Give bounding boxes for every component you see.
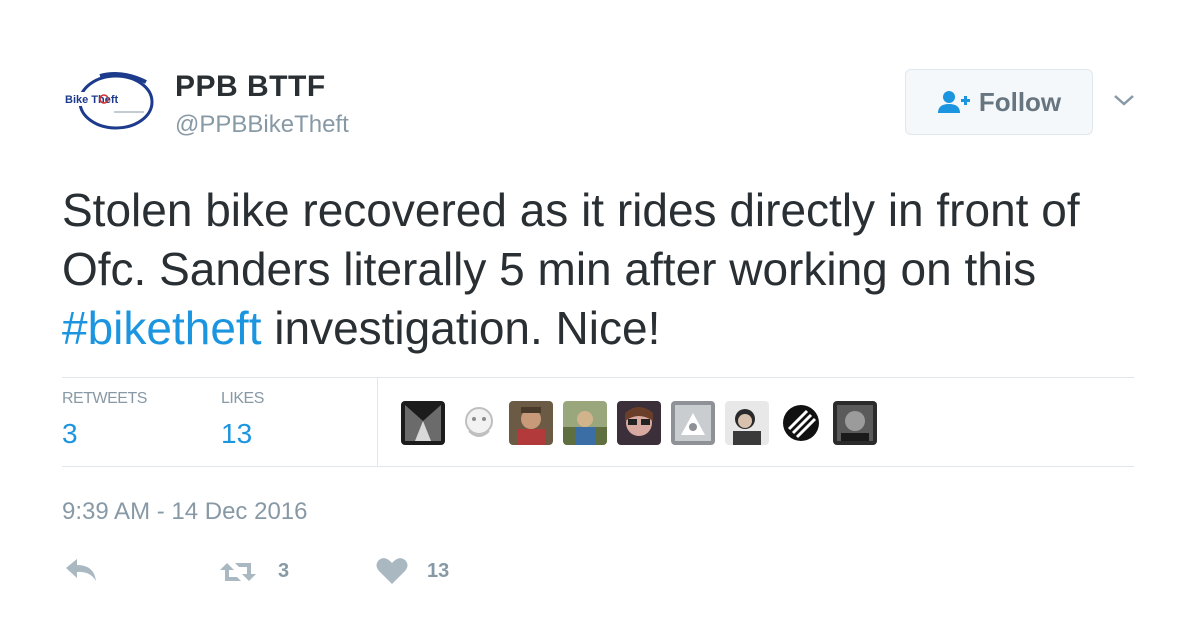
liker-avatar[interactable] <box>833 401 877 445</box>
logo-text: Bike Theft <box>65 94 119 106</box>
follow-button[interactable]: Follow <box>905 69 1093 135</box>
chevron-down-icon[interactable] <box>1112 92 1136 108</box>
heart-icon[interactable] <box>376 557 408 585</box>
liker-avatar[interactable] <box>671 401 715 445</box>
liker-avatar[interactable] <box>509 401 553 445</box>
stats-divider-top <box>62 377 1134 378</box>
liker-avatar[interactable] <box>779 401 823 445</box>
follow-label: Follow <box>978 86 1062 117</box>
retweets-count[interactable]: 3 <box>62 418 78 450</box>
like-action-count: 13 <box>427 560 450 582</box>
retweet-action-count: 3 <box>278 560 290 582</box>
screen-name[interactable]: @PPBBikeTheft <box>175 111 349 139</box>
profile-avatar[interactable]: Bike Theft <box>60 68 156 134</box>
liker-avatar[interactable] <box>725 401 769 445</box>
follow-person-plus-icon <box>937 91 970 113</box>
tweet-text-end: investigation. Nice! <box>261 302 661 354</box>
stats-divider-bottom <box>62 466 1134 467</box>
liker-avatar[interactable] <box>401 401 445 445</box>
likes-count[interactable]: 13 <box>221 418 252 450</box>
liker-avatar[interactable] <box>563 401 607 445</box>
liker-avatars <box>401 401 877 445</box>
reply-icon[interactable] <box>64 557 98 583</box>
retweets-label: RETWEETS <box>62 390 147 407</box>
tweet-timestamp[interactable]: 9:39 AM - 14 Dec 2016 <box>62 498 307 526</box>
liker-avatar[interactable] <box>455 401 499 445</box>
liker-avatar[interactable] <box>617 401 661 445</box>
tweet-card: Bike Theft PPB BTTF @PPBBikeTheft Follow… <box>0 0 1200 630</box>
tweet-text: Stolen bike recovered as it rides direct… <box>62 181 1162 358</box>
likes-label: LIKES <box>221 390 264 407</box>
display-name[interactable]: PPB BTTF <box>175 70 326 104</box>
hashtag-link[interactable]: #biketheft <box>62 302 261 354</box>
tweet-text-start: Stolen bike recovered as it rides direct… <box>62 184 1080 295</box>
retweet-icon[interactable] <box>219 559 257 585</box>
bike-theft-logo-icon: Bike Theft <box>62 72 154 130</box>
stats-divider-vertical <box>377 377 378 467</box>
